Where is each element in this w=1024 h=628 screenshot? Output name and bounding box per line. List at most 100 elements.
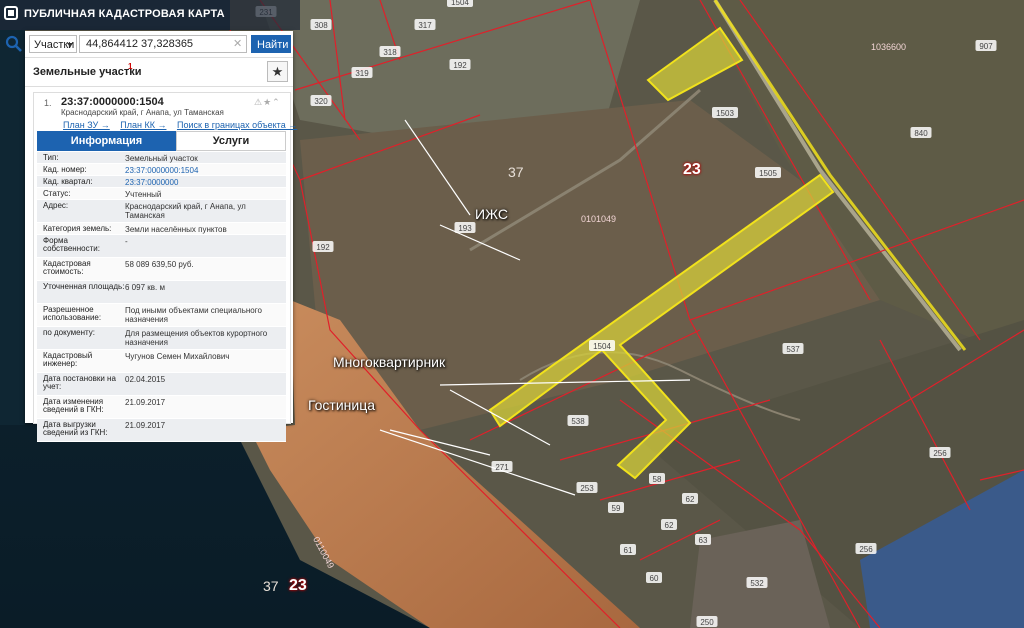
attribute-value: - <box>125 237 128 246</box>
parcel-tag-text: 538 <box>571 417 585 426</box>
attribute-value: Земельный участок <box>125 154 198 163</box>
parcel-tag: 318 <box>379 46 401 57</box>
parcel-tag-text: 58 <box>653 475 662 484</box>
parcel-tag-text: 319 <box>355 69 369 78</box>
parcel-tag: 62 <box>682 493 698 504</box>
parcel-tag-text: 840 <box>914 129 928 138</box>
link-plan-kk[interactable]: План КК → <box>120 120 166 130</box>
parcel-tag-text: 271 <box>495 463 509 472</box>
parcel-tag-text: 62 <box>686 495 695 504</box>
attribute-value: 6 097 кв. м <box>125 283 165 292</box>
cadastre-logo-icon <box>4 6 18 20</box>
parcel-tag: 253 <box>576 482 598 493</box>
parcel-address: Краснодарский край, г Анапа, ул Таманска… <box>61 108 224 117</box>
attribute-value: Чугунов Семен Михайлович <box>125 352 230 361</box>
parcel-tag-text: 1504 <box>451 0 469 7</box>
parcel-tag-text: 253 <box>580 484 594 493</box>
parcel-tag: 256 <box>855 543 877 554</box>
search-icon[interactable] <box>5 35 23 53</box>
attribute-row: Статус: Учтенный <box>37 188 286 200</box>
parcel-tag: 61 <box>620 544 636 555</box>
block-label-1036600: 1036600 <box>871 42 907 52</box>
parcel-tag-text: 192 <box>453 61 467 70</box>
attribute-row: Категория земель: Земли населённых пункто… <box>37 223 286 235</box>
parcel-tag: 192 <box>312 241 334 252</box>
attribute-key: Разрешенное использование: <box>43 305 102 322</box>
parcel-tag-text: 317 <box>418 21 432 30</box>
parcel-tag-text: 1503 <box>716 109 734 118</box>
parcel-tag-text: 318 <box>383 48 397 57</box>
attribute-value: Учтенный <box>125 190 162 199</box>
attribute-row: Кад. номер: 23:37:0000000:1504 <box>37 164 286 176</box>
attribute-row: Тип: Земельный участок <box>37 152 286 164</box>
app-title: ПУБЛИЧНАЯ КАДАСТРОВАЯ КАРТА <box>24 8 225 20</box>
parcel-tag-text: 59 <box>612 504 621 513</box>
info-panel: Участки ✕ Найти Земельные участки 1 ★ 1.… <box>5 31 297 442</box>
find-button[interactable]: Найти <box>251 35 291 53</box>
region-label: 23 <box>683 161 701 178</box>
parcel-index: 1. <box>44 98 52 108</box>
parcel-tag: 59 <box>608 502 624 513</box>
attribute-key: Дата изменения сведений в ГКН: <box>43 397 104 414</box>
attribute-key: Статус: <box>43 189 71 198</box>
attribute-key: Уточненная площадь: <box>43 282 125 291</box>
link-search-bounds[interactable]: Поиск в границах объекта → <box>177 120 297 130</box>
parcel-tag: 538 <box>567 415 589 426</box>
annotation-hotel: Гостиница <box>308 397 376 413</box>
link-plan-zu[interactable]: План ЗУ → <box>63 120 110 130</box>
parcel-tag: 537 <box>782 343 804 354</box>
attribute-row: Дата изменения сведений в ГКН: 21.09.2017 <box>37 396 286 419</box>
parcel-tag-text: 192 <box>316 243 330 252</box>
attribute-row: Адрес: Краснодарский край, г Анапа, ул Та… <box>37 200 286 223</box>
parcel-tag: 62 <box>661 519 677 530</box>
attribute-value[interactable]: 23:37:0000000 <box>125 178 280 187</box>
region-label-bottom: 23 <box>289 577 307 594</box>
results-header: Земельные участки 1 ★ <box>25 58 293 87</box>
parcel-card: 1. 23:37:0000000:1504 Краснодарский край… <box>33 92 297 442</box>
attribute-value: 21.09.2017 <box>125 421 166 430</box>
attribute-key: Форма собственности: <box>43 236 100 253</box>
tab-information[interactable]: Информация <box>37 131 176 151</box>
attributes-table: Тип: Земельный участок Кад. номер: 23:37:00… <box>37 152 286 442</box>
search-type-select[interactable]: Участки <box>29 35 77 53</box>
parcel-tag-text: 308 <box>314 21 328 30</box>
attribute-value: Краснодарский край, г Анапа, ул Таманска… <box>125 202 246 220</box>
sea-area-left <box>0 30 25 425</box>
attribute-key: Кадастровый инженер: <box>43 351 93 368</box>
attribute-row: Дата выгрузки сведений из ГКН: 21.09.2017 <box>37 419 286 442</box>
parcel-tag-text: 320 <box>314 97 328 106</box>
attribute-row: Дата постановки на учет: 02.04.2015 <box>37 373 286 396</box>
attribute-key: Кад. номер: <box>43 165 87 174</box>
card-action-icons[interactable]: ⚠★⌃ <box>254 97 281 108</box>
attribute-key: Кад. квартал: <box>43 177 93 186</box>
parcel-tag: 1504 <box>589 340 615 351</box>
parcel-tag: 532 <box>746 577 768 588</box>
parcel-tag: 319 <box>351 67 373 78</box>
parcel-tag: 317 <box>414 19 436 30</box>
parcel-tag: 60 <box>646 572 662 583</box>
search-input[interactable] <box>79 35 247 53</box>
parcel-tag: 192 <box>449 59 471 70</box>
parcel-tag-text: 61 <box>624 546 633 555</box>
attribute-key: Дата постановки на учет: <box>43 374 116 391</box>
parcel-tag-text: 193 <box>458 224 472 233</box>
attribute-value: Для размещения объектов курортного назна… <box>125 329 268 347</box>
tab-services[interactable]: Услуги <box>176 131 286 151</box>
app-header: ПУБЛИЧНАЯ КАДАСТРОВАЯ КАРТА <box>0 0 300 30</box>
attribute-key: Дата выгрузки сведений из ГКН: <box>43 420 108 437</box>
parcel-tag: 320 <box>310 95 332 106</box>
attribute-key: Адрес: <box>43 201 69 210</box>
parcel-tag: 907 <box>975 40 997 51</box>
results-title: Земельные участки <box>33 66 142 78</box>
parcel-tag: 1503 <box>712 107 738 118</box>
clear-icon[interactable]: ✕ <box>233 37 242 50</box>
favorite-star-button[interactable]: ★ <box>267 61 288 82</box>
parcel-number[interactable]: 23:37:0000000:1504 <box>61 96 164 108</box>
annotation-apartments: Многоквартирник <box>333 354 446 370</box>
parcel-tag: 58 <box>649 473 665 484</box>
attribute-value: Под иными объектами специального назначе… <box>125 306 262 324</box>
district-label-bottom: 37 <box>263 578 279 594</box>
parcel-tag-text: 63 <box>699 536 708 545</box>
attribute-value[interactable]: 23:37:0000000:1504 <box>125 166 280 175</box>
attribute-row: по документу: Для размещения объектов кур… <box>37 327 286 350</box>
